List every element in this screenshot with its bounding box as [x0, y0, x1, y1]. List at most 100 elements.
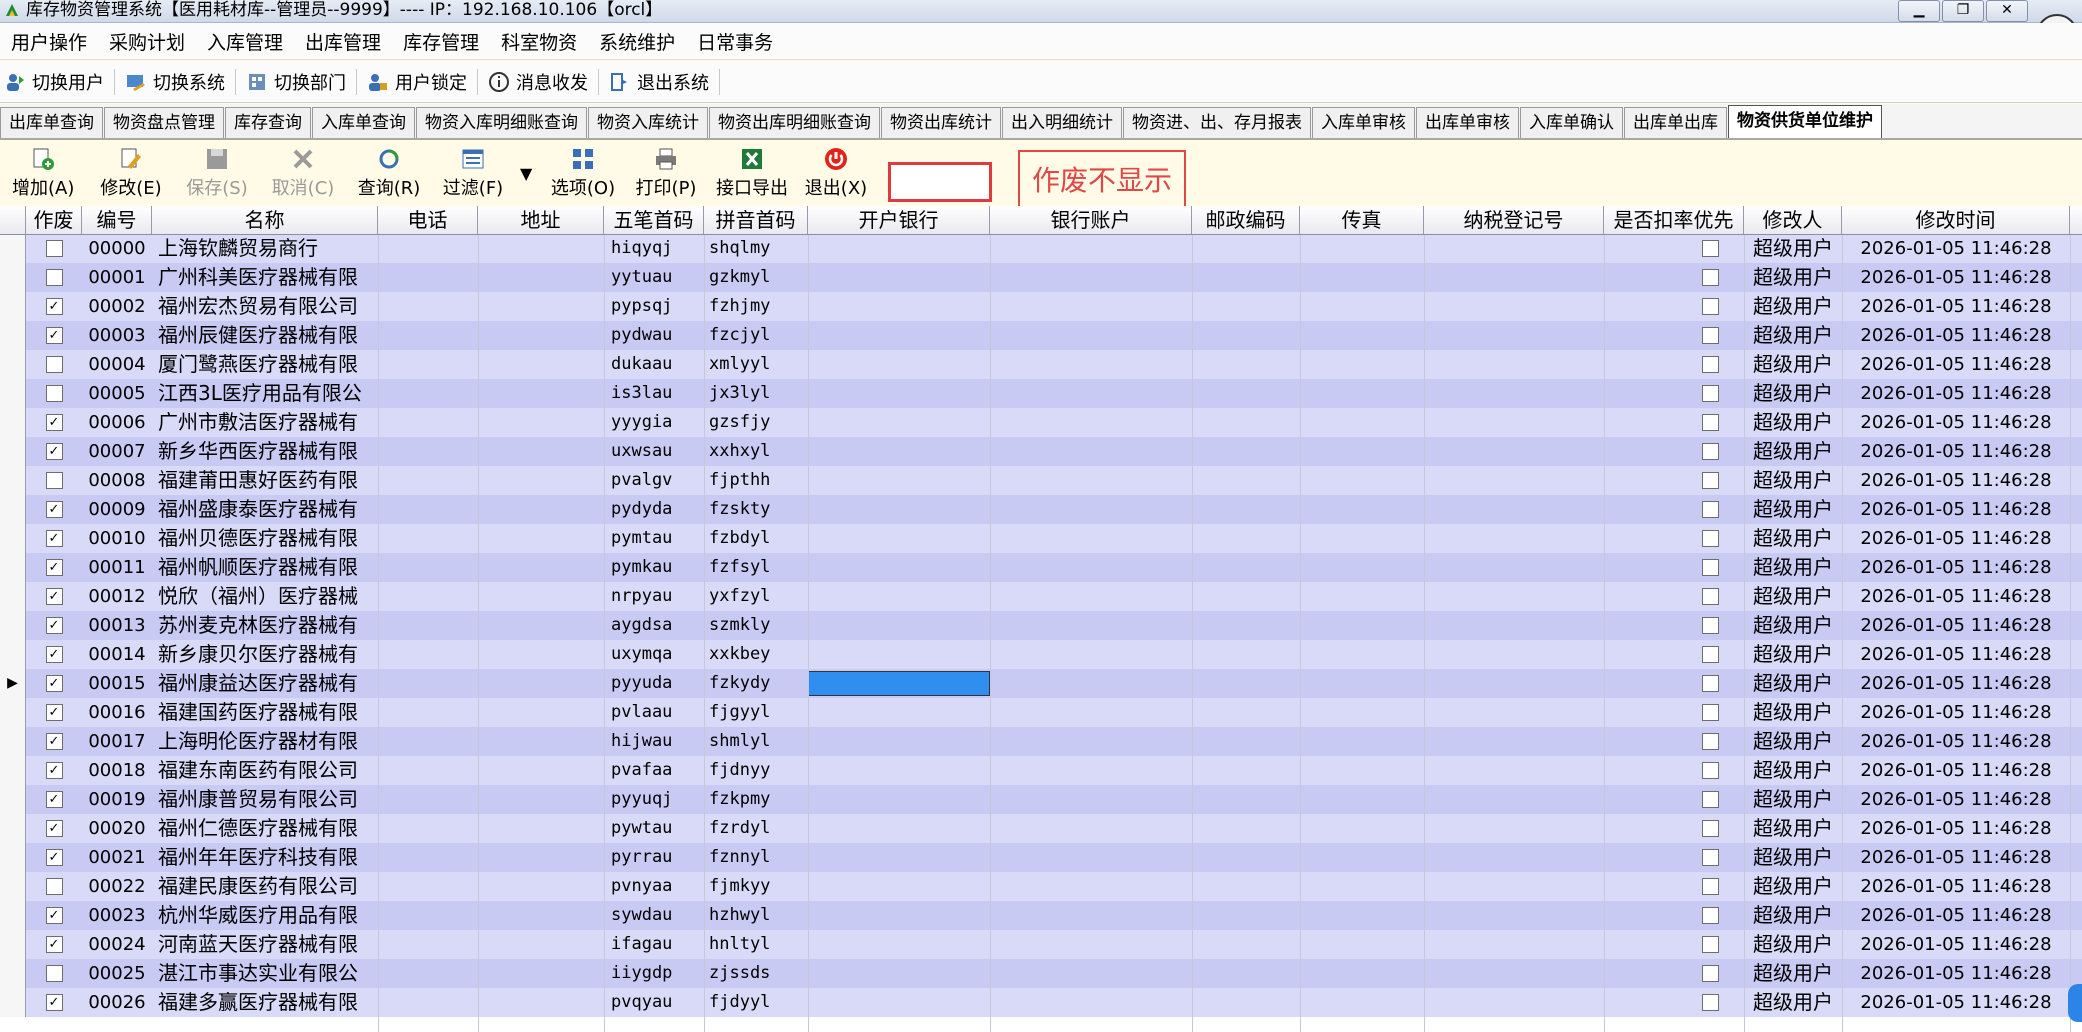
priority-checkbox[interactable]: [1701, 965, 1719, 982]
priority-cell[interactable]: [1604, 814, 1744, 843]
row-indicator[interactable]: [0, 756, 26, 785]
void-checkbox[interactable]: [45, 472, 63, 489]
row-indicator[interactable]: [0, 582, 26, 611]
row-indicator[interactable]: [0, 495, 26, 524]
priority-checkbox[interactable]: [1701, 878, 1719, 895]
header-name[interactable]: 名称: [152, 206, 378, 234]
void-cell[interactable]: ✓: [26, 814, 82, 843]
exit-button[interactable]: 退出(X): [804, 146, 868, 204]
row-indicator[interactable]: [0, 292, 26, 321]
priority-checkbox[interactable]: [1701, 791, 1719, 808]
void-checkbox[interactable]: [45, 356, 63, 373]
priority-cell[interactable]: [1604, 466, 1744, 495]
priority-checkbox[interactable]: [1701, 588, 1719, 605]
void-checkbox[interactable]: ✓: [45, 617, 63, 634]
cancel-button[interactable]: 取消(C): [268, 146, 338, 204]
options-button[interactable]: 选项(O): [548, 146, 618, 204]
menu-stock[interactable]: 库存管理: [392, 28, 490, 55]
table-row[interactable]: 00001 广州科美医疗器械有限 yytuau gzkmyl 超级用户 2026-01-0…: [0, 263, 2082, 292]
priority-checkbox[interactable]: [1701, 414, 1719, 431]
table-row[interactable]: ✓ 00002 福州宏杰贸易有限公司 pypsqj fzhjmy 超级用户 2026-01-…: [0, 292, 2082, 321]
table-row[interactable]: ▶ ✓ 00015 福州康益达医疗器械有 pyyuda fzkydy 超级用户 2026-01…: [0, 669, 2082, 698]
row-indicator[interactable]: [0, 263, 26, 292]
void-checkbox[interactable]: ✓: [45, 646, 63, 663]
row-indicator[interactable]: [0, 553, 26, 582]
menu-purchase-plan[interactable]: 采购计划: [98, 28, 196, 55]
header-bank-account[interactable]: 银行账户: [990, 206, 1192, 234]
table-row[interactable]: ✓ 00009 福州盛康泰医疗器械有 pydyda fzskty 超级用户 2026-01-…: [0, 495, 2082, 524]
priority-cell[interactable]: [1604, 321, 1744, 350]
header-tax-id[interactable]: 纳税登记号: [1424, 206, 1604, 234]
row-indicator[interactable]: [0, 408, 26, 437]
priority-checkbox[interactable]: [1701, 240, 1719, 257]
void-checkbox[interactable]: ✓: [45, 414, 63, 431]
table-row[interactable]: ✓ 00006 广州市敷洁医疗器械有 yyygia gzsfjy 超级用户 2026-01-…: [0, 408, 2082, 437]
void-checkbox[interactable]: ✓: [45, 298, 63, 315]
table-row[interactable]: ✓ 00013 苏州麦克林医疗器械有 aygdsa szmkly 超级用户 2026-01-…: [0, 611, 2082, 640]
table-row[interactable]: ✓ 00026 福建多赢医疗器械有限 pvqyau fjdyyl 超级用户 2026-01-…: [0, 988, 2082, 1017]
tab-inbound-confirm[interactable]: 入库单确认: [1520, 107, 1623, 138]
table-row[interactable]: ✓ 00023 杭州华威医疗用品有限 sywdau hzhwyl 超级用户 2026-01-…: [0, 901, 2082, 930]
priority-checkbox[interactable]: [1701, 936, 1719, 953]
save-button[interactable]: 保存(S): [182, 146, 252, 204]
selected-bank-cell[interactable]: [808, 671, 990, 696]
row-indicator[interactable]: [0, 988, 26, 1017]
void-cell[interactable]: ✓: [26, 901, 82, 930]
void-checkbox[interactable]: ✓: [45, 849, 63, 866]
priority-checkbox[interactable]: [1701, 675, 1719, 692]
priority-cell[interactable]: [1604, 930, 1744, 959]
priority-cell[interactable]: [1604, 640, 1744, 669]
void-cell[interactable]: ✓: [26, 640, 82, 669]
menu-dept-materials[interactable]: 科室物资: [490, 28, 588, 55]
table-row[interactable]: ✓ 00021 福州年年医疗科技有限 pyrrau fznnyl 超级用户 2026-01-…: [0, 843, 2082, 872]
void-checkbox[interactable]: ✓: [45, 588, 63, 605]
priority-checkbox[interactable]: [1701, 733, 1719, 750]
priority-checkbox[interactable]: [1701, 327, 1719, 344]
priority-checkbox[interactable]: [1701, 385, 1719, 402]
row-indicator[interactable]: [0, 930, 26, 959]
table-row[interactable]: ✓ 00016 福建国药医疗器械有限 pvlaau fjgyyl 超级用户 2026-01-…: [0, 698, 2082, 727]
tab-outbound-release[interactable]: 出库单出库: [1624, 107, 1727, 138]
void-cell[interactable]: [26, 379, 82, 408]
filter-button[interactable]: 过滤(F): [438, 146, 508, 204]
priority-cell[interactable]: [1604, 872, 1744, 901]
row-indicator[interactable]: [0, 901, 26, 930]
row-indicator[interactable]: [0, 785, 26, 814]
table-row[interactable]: ✓ 00012 悦欣（福州）医疗器械 nrpyau yxfzyl 超级用户 2026-01-…: [0, 582, 2082, 611]
print-button[interactable]: 打印(P): [634, 146, 698, 204]
void-cell[interactable]: [26, 872, 82, 901]
void-cell[interactable]: [26, 466, 82, 495]
tab-inbound-audit[interactable]: 入库单审核: [1312, 107, 1415, 138]
priority-cell[interactable]: [1604, 292, 1744, 321]
row-indicator[interactable]: [0, 843, 26, 872]
void-cell[interactable]: ✓: [26, 321, 82, 350]
void-cell[interactable]: ✓: [26, 524, 82, 553]
table-row[interactable]: ✓ 00010 福州贝德医疗器械有限 pymtau fzbdyl 超级用户 2026-01-…: [0, 524, 2082, 553]
filter-dropdown-icon[interactable]: ▼: [520, 164, 532, 183]
add-button[interactable]: 增加(A): [12, 146, 74, 204]
row-indicator[interactable]: [0, 350, 26, 379]
row-indicator[interactable]: [0, 437, 26, 466]
menu-inbound[interactable]: 入库管理: [196, 28, 294, 55]
table-row[interactable]: ✓ 00014 新乡康贝尔医疗器械有 uxymqa xxkbey 超级用户 2026-01-…: [0, 640, 2082, 669]
header-address[interactable]: 地址: [478, 206, 604, 234]
row-indicator[interactable]: [0, 727, 26, 756]
void-cell[interactable]: [26, 350, 82, 379]
priority-cell[interactable]: [1604, 785, 1744, 814]
header-discount-priority[interactable]: 是否扣率优先: [1604, 206, 1744, 234]
table-row[interactable]: 00004 厦门鹭燕医疗器械有限 dukaau xmlyyl 超级用户 2026-01-0…: [0, 350, 2082, 379]
void-checkbox[interactable]: [45, 878, 63, 895]
priority-checkbox[interactable]: [1701, 762, 1719, 779]
row-indicator[interactable]: [0, 814, 26, 843]
query-button[interactable]: 查询(R): [354, 146, 424, 204]
priority-cell[interactable]: [1604, 756, 1744, 785]
priority-cell[interactable]: [1604, 408, 1744, 437]
header-pinyin[interactable]: 拼音首码: [704, 206, 808, 234]
void-checkbox[interactable]: ✓: [45, 443, 63, 460]
row-indicator[interactable]: [0, 872, 26, 901]
table-row[interactable]: ✓ 00019 福州康普贸易有限公司 pyyuqj fzkpmy 超级用户 2026-01-…: [0, 785, 2082, 814]
highlighted-input-box[interactable]: [888, 162, 992, 202]
header-fax[interactable]: 传真: [1300, 206, 1424, 234]
priority-cell[interactable]: [1604, 379, 1744, 408]
table-row[interactable]: ✓ 00018 福建东南医药有限公司 pvafaa fjdnyy 超级用户 2026-01-…: [0, 756, 2082, 785]
